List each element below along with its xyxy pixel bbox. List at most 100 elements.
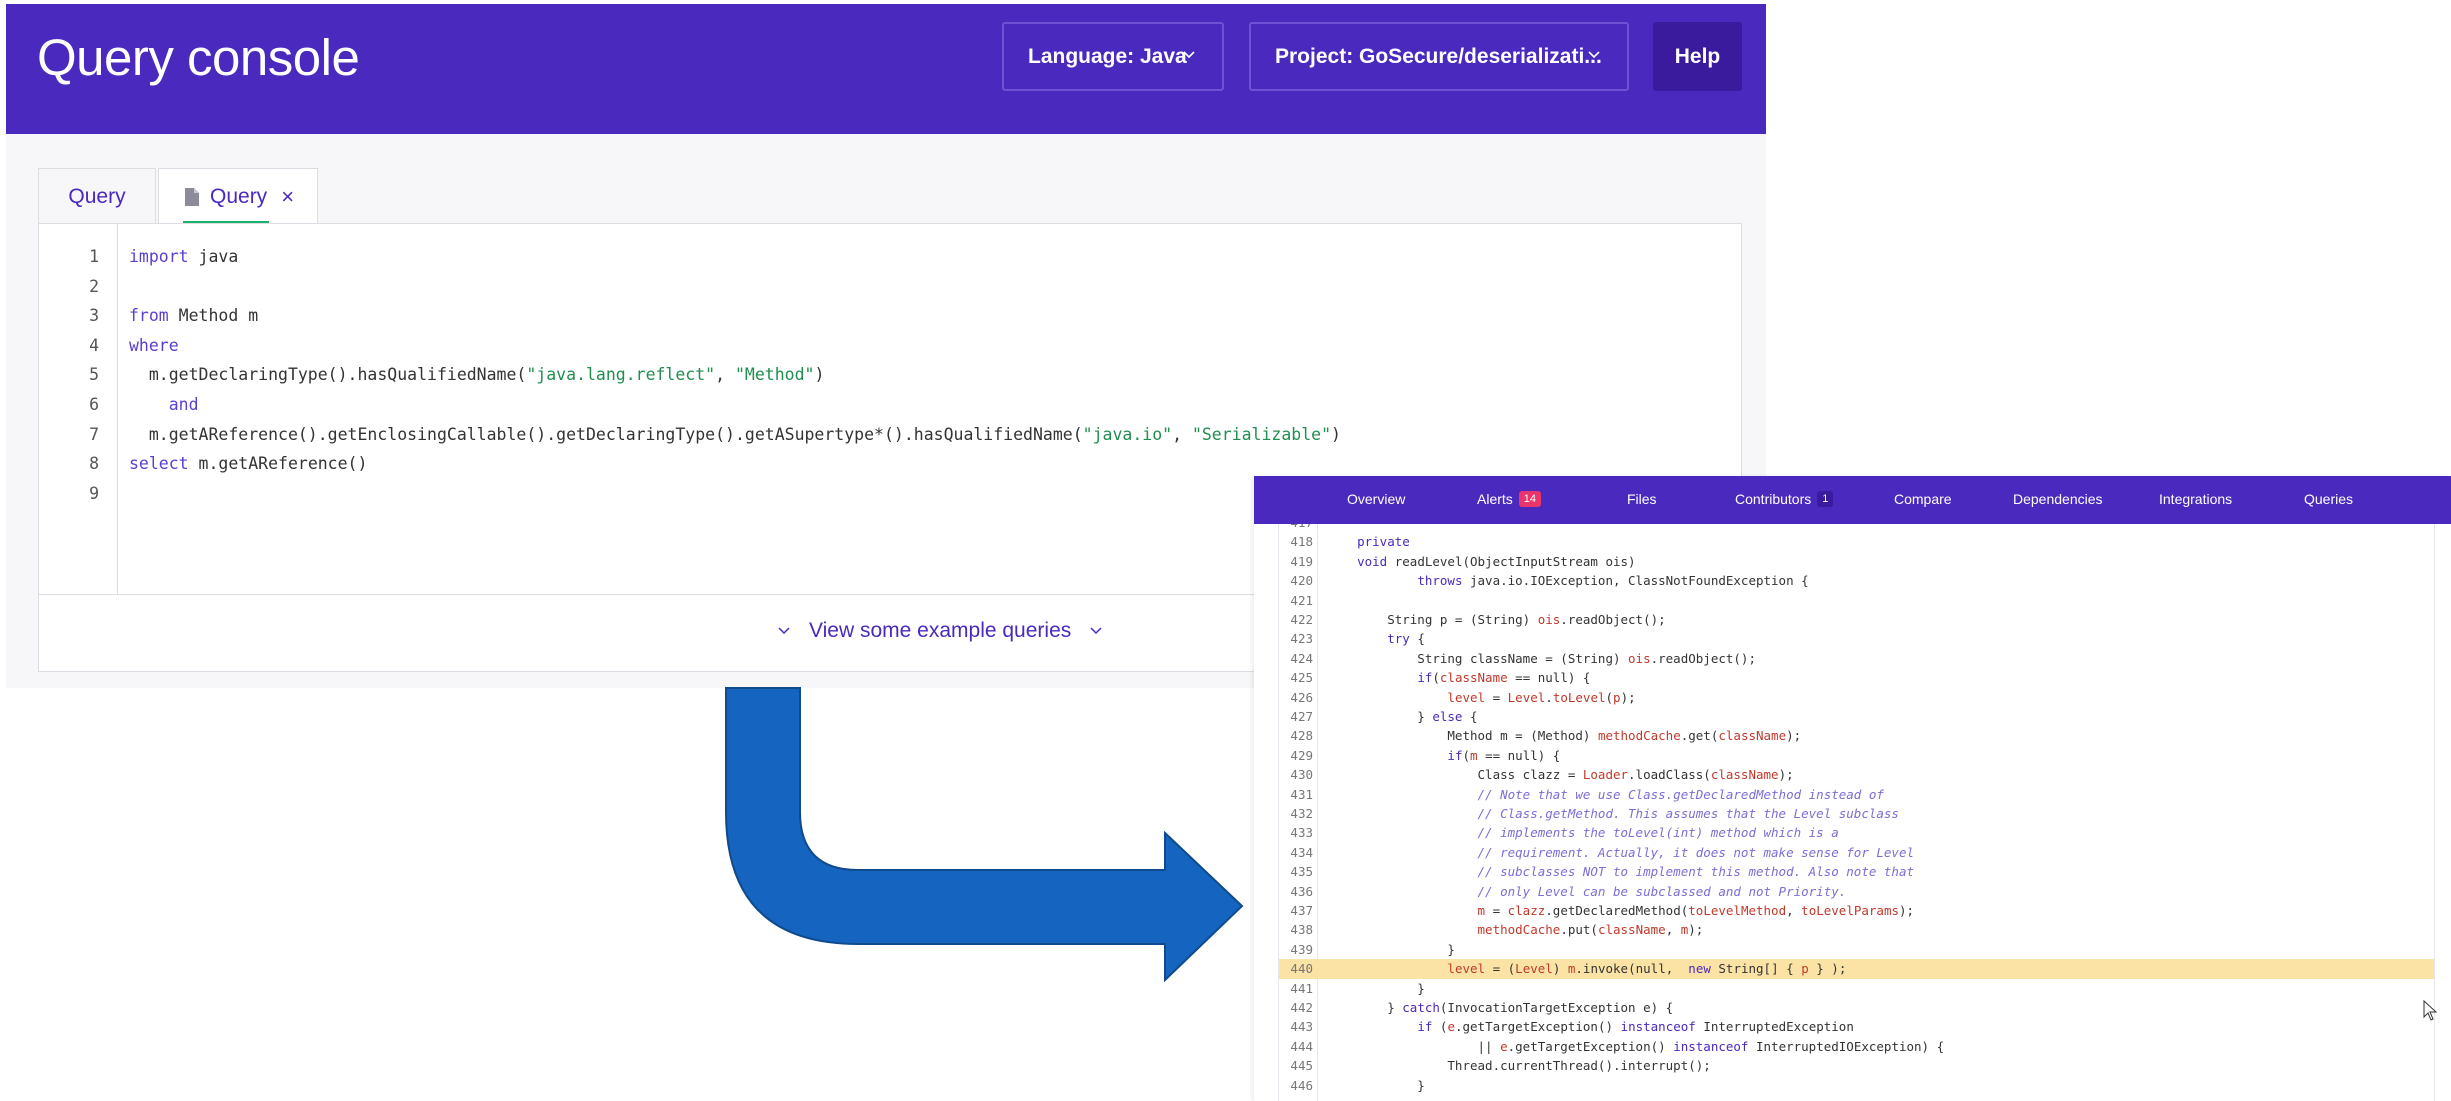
code-token: String p = (String) xyxy=(1327,612,1538,627)
source-line-text: if(className == null) { xyxy=(1327,670,1590,685)
code-token: , xyxy=(1786,903,1802,918)
source-line-number: 426 xyxy=(1290,689,1313,705)
source-line-number: 422 xyxy=(1290,612,1313,627)
source-line-text: Class clazz = Loader.loadClass(className… xyxy=(1327,767,1794,782)
source-line-text: String p = (String) ois.readObject(); xyxy=(1327,612,1666,627)
source-line-number: 436 xyxy=(1290,883,1313,899)
source-line-number: 441 xyxy=(1290,980,1313,996)
nav-integrations[interactable]: Integrations xyxy=(2159,491,2232,507)
code-token: // subclasses NOT to implement this meth… xyxy=(1477,864,1915,880)
code-token: e xyxy=(1447,1019,1455,1035)
source-line-text: } xyxy=(1327,942,1455,957)
source-line: 442 } catch(InvocationTargetException e)… xyxy=(1279,998,2434,1018)
highlighted-source-line: 440 level = (Level) m.invoke(null, new S… xyxy=(1279,959,2434,980)
code-token: ( xyxy=(1605,689,1614,705)
code-token: } xyxy=(1327,1000,1403,1015)
nav-alerts[interactable]: Alerts 14 xyxy=(1477,491,1542,507)
nav-label: Files xyxy=(1627,491,1657,507)
source-line: 445 Thread.currentThread().interrupt(); xyxy=(1279,1056,2434,1076)
code-token: } xyxy=(1327,980,1425,996)
source-line-number: 427 xyxy=(1290,709,1313,724)
code-token: instanceof xyxy=(1620,1019,1696,1035)
nav-contributors[interactable]: Contributors 1 xyxy=(1735,491,1834,507)
source-line-number: 419 xyxy=(1290,553,1313,569)
code-token: e xyxy=(1500,1038,1508,1054)
code-token: methodCache xyxy=(1597,728,1681,744)
code-token: . xyxy=(1545,689,1553,705)
source-line-text: String className = (String) ois.readObje… xyxy=(1327,651,1756,666)
source-line: 441 } xyxy=(1279,979,2434,999)
nav-files[interactable]: Files xyxy=(1627,491,1657,507)
code-token: .get( xyxy=(1680,728,1719,744)
source-line: 430 Class clazz = Loader.loadClass(class… xyxy=(1279,765,2434,785)
code-token: ( xyxy=(1432,670,1440,686)
source-line-number: 439 xyxy=(1290,941,1313,957)
source-line-text: Thread.currentThread().interrupt(); xyxy=(1327,1058,1711,1074)
nav-label: Contributors xyxy=(1735,491,1812,507)
source-line-text: // only Level can be subclassed and not … xyxy=(1327,884,1847,899)
project-nav: Overview Alerts 14 Files Contributors 1 … xyxy=(1254,476,2451,524)
code-token: == null) { xyxy=(1477,747,1561,763)
code-token: InterruptedIOException) { xyxy=(1748,1038,1945,1054)
code-token: if xyxy=(1417,1019,1433,1035)
code-token: readLevel(ObjectInputStream ois) xyxy=(1387,553,1636,569)
source-line-number: 445 xyxy=(1290,1058,1313,1074)
nav-overview[interactable]: Overview xyxy=(1347,491,1405,507)
source-line: 446 } xyxy=(1279,1076,2434,1096)
nav-dependencies[interactable]: Dependencies xyxy=(2013,491,2103,507)
source-line: 427 } else { xyxy=(1279,707,2434,727)
code-token: level xyxy=(1447,689,1486,705)
source-line-number: 429 xyxy=(1290,747,1313,763)
code-token: Thread.currentThread().interrupt(); xyxy=(1327,1058,1711,1074)
source-line-number: 428 xyxy=(1290,728,1313,744)
code-token: if xyxy=(1417,670,1433,686)
code-token: // Note that we use Class.getDeclaredMet… xyxy=(1477,786,1884,802)
source-line: 432 // Class.getMethod. This assumes tha… xyxy=(1279,804,2434,824)
code-token: instanceof xyxy=(1673,1038,1749,1054)
source-line: 423 try { xyxy=(1279,629,2434,649)
code-token: Level xyxy=(1515,961,1553,977)
code-token: Class clazz = xyxy=(1327,767,1583,783)
source-line: 439 } xyxy=(1279,940,2434,960)
source-line-text: } xyxy=(1327,1078,1425,1093)
code-token: ); xyxy=(1620,689,1636,705)
source-line: 418 private xyxy=(1279,532,2434,552)
source-line: 420 throws java.io.IOException, ClassNot… xyxy=(1279,571,2434,591)
code-token: private xyxy=(1357,534,1410,550)
code-token: } xyxy=(1327,1077,1425,1093)
nav-label: Alerts xyxy=(1477,491,1513,507)
source-line-text: throws java.io.IOException, ClassNotFoun… xyxy=(1327,573,1808,589)
source-line-number: 431 xyxy=(1290,786,1313,802)
code-token: String[] { xyxy=(1710,961,1802,977)
nav-compare[interactable]: Compare xyxy=(1894,491,1952,507)
code-token: toLevelParams xyxy=(1801,903,1900,918)
code-token: clazz xyxy=(1507,903,1546,918)
source-line-number: 423 xyxy=(1290,631,1313,647)
code-token: toLevel xyxy=(1552,689,1606,705)
code-token: throws xyxy=(1417,573,1463,589)
code-token: .getTargetException() xyxy=(1507,1038,1674,1054)
code-token: toLevelMethod xyxy=(1688,903,1787,918)
source-line: 426 level = Level.toLevel(p); xyxy=(1279,688,2434,708)
code-token: // implements the toLevel(int) method wh… xyxy=(1477,825,1839,841)
source-line: 443 if (e.getTargetException() instanceo… xyxy=(1279,1017,2434,1037)
code-token: .readObject(); xyxy=(1560,612,1666,627)
code-token: { xyxy=(1409,631,1425,647)
source-line-text: level = (Level) m.invoke(null, new Strin… xyxy=(1327,961,1846,976)
source-line-text: // Note that we use Class.getDeclaredMet… xyxy=(1327,787,1884,802)
code-token: Method m = (Method) xyxy=(1327,728,1598,744)
code-token: p xyxy=(1613,689,1621,705)
code-token: || xyxy=(1327,1038,1501,1054)
code-token: catch xyxy=(1402,1000,1440,1015)
nav-queries[interactable]: Queries xyxy=(2304,491,2353,507)
code-token: className xyxy=(1439,670,1508,686)
source-line: 435 // subclasses NOT to implement this … xyxy=(1279,862,2434,882)
source-line: 429 if(m == null) { xyxy=(1279,746,2434,766)
